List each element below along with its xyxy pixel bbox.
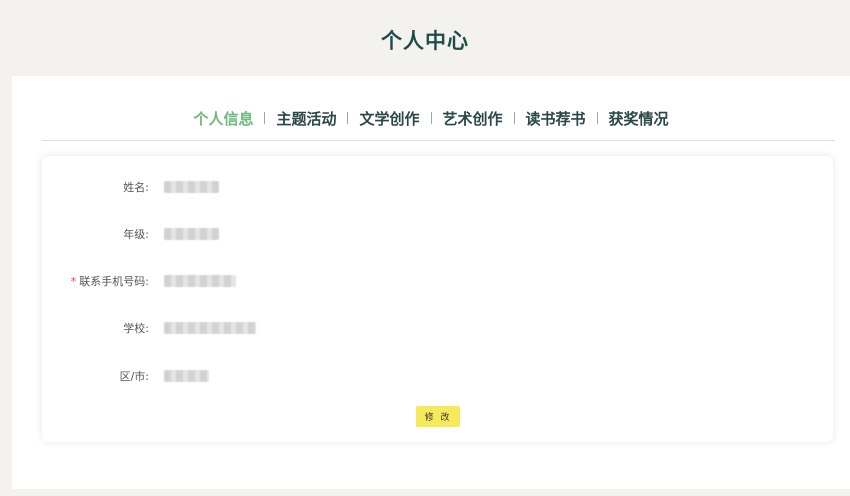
name-label: 姓名: <box>123 181 149 194</box>
district-label: 区/市: <box>119 370 149 383</box>
form-row-school: 学校: <box>42 318 833 338</box>
school-value-redacted <box>164 322 256 334</box>
tab-bar: 个人信息 主题活动 文学创作 艺术创作 读书荐书 获奖情况 <box>12 104 850 132</box>
name-value-redacted <box>164 181 219 193</box>
profile-form-card: 姓名: 年级: * 联系手机号码: 学校: 区/市: 修 改 <box>42 156 833 442</box>
form-row-name: 姓名: <box>42 177 833 197</box>
district-value-redacted <box>164 370 209 382</box>
tab-art-creation[interactable]: 艺术创作 <box>432 108 514 129</box>
page-title: 个人中心 <box>381 29 469 53</box>
school-label: 学校: <box>123 322 149 335</box>
tab-personal-info[interactable]: 个人信息 <box>182 108 264 129</box>
required-mark: * <box>70 275 77 288</box>
phone-label-wrap: * 联系手机号码: <box>42 273 149 289</box>
modify-button[interactable]: 修 改 <box>416 406 460 427</box>
form-row-grade: 年级: <box>42 224 833 244</box>
page-header: 个人中心 <box>0 0 850 76</box>
tab-awards[interactable]: 获奖情况 <box>598 108 680 129</box>
grade-value-redacted <box>164 228 219 240</box>
form-row-district: 区/市: <box>42 366 833 386</box>
phone-label: 联系手机号码: <box>79 275 149 288</box>
grade-label: 年级: <box>123 228 149 241</box>
form-row-phone: * 联系手机号码: <box>42 271 833 291</box>
tab-divider <box>42 140 835 141</box>
tab-literary-creation[interactable]: 文学创作 <box>348 108 430 129</box>
main-panel: 个人信息 主题活动 文学创作 艺术创作 读书荐书 获奖情况 姓名: 年级: * 联… <box>12 76 850 489</box>
tab-theme-activities[interactable]: 主题活动 <box>265 108 347 129</box>
tab-book-recommendation[interactable]: 读书荐书 <box>515 108 597 129</box>
phone-value-redacted <box>164 275 236 287</box>
